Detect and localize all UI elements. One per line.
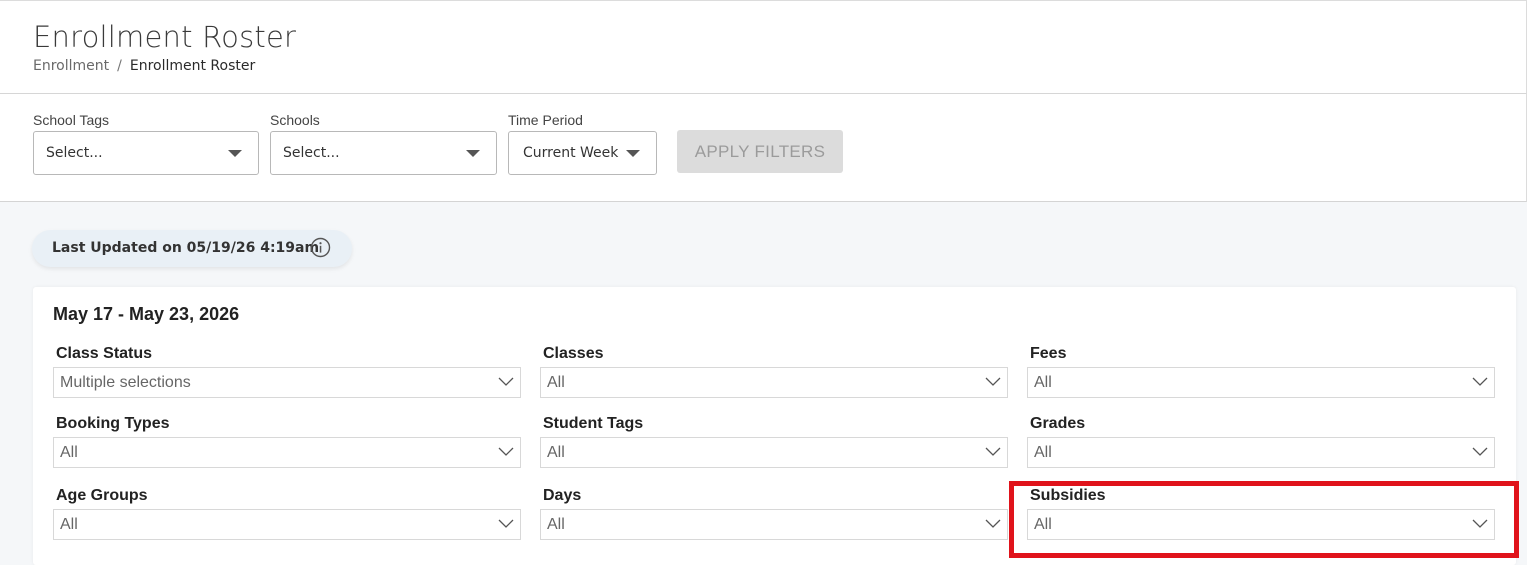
time-period-label: Time Period <box>508 112 583 128</box>
chevron-down-icon <box>985 377 1001 386</box>
days-value: All <box>547 516 565 533</box>
time-period-dropdown[interactable]: Current Week <box>508 131 657 175</box>
chevron-down-icon <box>985 447 1001 456</box>
class-status-label: Class Status <box>56 345 153 362</box>
breadcrumb: Enrollment / Enrollment Roster <box>33 58 255 74</box>
last-updated-badge: Last Updated on 05/19/26 4:19am <box>32 230 352 267</box>
school-tags-filter: School Tags Select... <box>33 112 259 175</box>
booking-types-label: Booking Types <box>56 415 170 432</box>
grades-dropdown[interactable]: All <box>1027 437 1495 468</box>
schools-dropdown[interactable]: Select... <box>270 131 497 175</box>
caret-down-icon <box>626 150 640 157</box>
apply-filters-button[interactable]: APPLY FILTERS <box>677 130 843 173</box>
grades-value: All <box>1034 444 1052 461</box>
fees-dropdown[interactable]: All <box>1027 367 1495 398</box>
page-title: Enrollment Roster <box>33 20 297 54</box>
days-label: Days <box>543 487 582 504</box>
caret-down-icon <box>228 150 242 157</box>
student-tags-dropdown[interactable]: All <box>540 437 1008 468</box>
student-tags-value: All <box>547 444 565 461</box>
days-dropdown[interactable]: All <box>540 509 1008 540</box>
class-status-dropdown[interactable]: Multiple selections <box>53 367 521 398</box>
info-circle-icon[interactable] <box>310 237 331 258</box>
chevron-down-icon <box>498 447 514 456</box>
breadcrumb-enrollment-link[interactable]: Enrollment <box>33 58 109 74</box>
schools-value: Select... <box>283 145 340 161</box>
caret-down-icon <box>466 150 480 157</box>
age-groups-dropdown[interactable]: All <box>53 509 521 540</box>
fees-label: Fees <box>1030 345 1067 362</box>
class-status-value: Multiple selections <box>60 374 191 391</box>
chevron-down-icon <box>498 377 514 386</box>
last-updated-text: Last Updated on 05/19/26 4:19am <box>52 240 320 256</box>
classes-value: All <box>547 374 565 391</box>
booking-types-value: All <box>60 444 78 461</box>
breadcrumb-separator: / <box>117 58 122 74</box>
subsidies-highlight-box <box>1009 481 1519 558</box>
school-tags-value: Select... <box>46 145 103 161</box>
page-header: Enrollment Roster Enrollment / Enrollment … <box>0 0 1527 94</box>
time-period-value: Current Week <box>523 145 619 161</box>
school-tags-dropdown[interactable]: Select... <box>33 131 259 175</box>
classes-dropdown[interactable]: All <box>540 367 1008 398</box>
filter-bar: School Tags Select... Schools Select... … <box>0 94 1527 202</box>
booking-types-dropdown[interactable]: All <box>53 437 521 468</box>
chevron-down-icon <box>985 519 1001 528</box>
fees-value: All <box>1034 374 1052 391</box>
age-groups-value: All <box>60 516 78 533</box>
classes-label: Classes <box>543 345 604 362</box>
date-range-title: May 17 - May 23, 2026 <box>53 304 240 324</box>
school-tags-label: School Tags <box>33 112 110 128</box>
schools-filter: Schools Select... <box>270 112 497 175</box>
grades-label: Grades <box>1030 415 1086 432</box>
age-groups-label: Age Groups <box>56 487 148 504</box>
chevron-down-icon <box>1472 377 1488 386</box>
time-period-filter: Time Period Current Week <box>508 112 657 175</box>
breadcrumb-current: Enrollment Roster <box>129 58 256 74</box>
chevron-down-icon <box>498 519 514 528</box>
student-tags-label: Student Tags <box>543 415 644 432</box>
schools-label: Schools <box>270 112 320 128</box>
chevron-down-icon <box>1472 447 1488 456</box>
